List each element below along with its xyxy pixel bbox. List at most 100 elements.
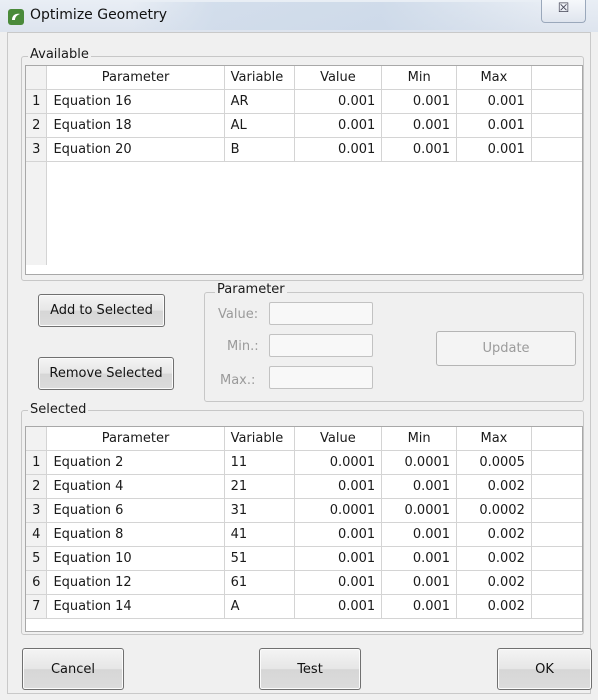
cell-parameter: Equation 6 (46, 498, 225, 523)
ok-button[interactable]: OK (497, 648, 592, 690)
cell-max: 0.002 (456, 522, 532, 547)
cell-min: 0.0001 (381, 450, 458, 475)
table-row[interactable]: 6 Equation 12 61 0.001 0.001 0.002 (26, 570, 582, 595)
cell-parameter: Equation 2 (46, 450, 225, 475)
cell-blank (531, 594, 582, 619)
close-icon: ☒ (557, 1, 570, 16)
cell-max: 0.002 (456, 570, 532, 595)
app-icon (8, 9, 24, 25)
cancel-button[interactable]: Cancel (22, 648, 124, 690)
column-header-min[interactable]: Min (381, 427, 458, 451)
row-number: 6 (26, 570, 48, 595)
column-header-variable[interactable]: Variable (224, 427, 295, 451)
title-bar-background (130, 2, 550, 30)
cell-parameter: Equation 10 (46, 546, 225, 571)
column-header-parameter[interactable]: Parameter (46, 427, 225, 451)
row-header-filler (26, 161, 48, 265)
row-header-corner (26, 427, 48, 451)
selected-grid[interactable]: Parameter Variable Value Min Max 1 Equat… (25, 426, 583, 632)
cell-blank (531, 113, 582, 138)
cell-value: 0.001 (294, 570, 383, 595)
value-label: Value: (218, 307, 259, 322)
column-header-max[interactable]: Max (456, 427, 532, 451)
available-legend: Available (28, 47, 91, 62)
column-header-variable[interactable]: Variable (224, 66, 295, 90)
selected-header-row: Parameter Variable Value Min Max (26, 427, 582, 451)
cell-variable: AL (224, 113, 295, 138)
table-row[interactable]: 2 Equation 4 21 0.001 0.001 0.002 (26, 474, 582, 499)
cell-value: 0.001 (294, 594, 383, 619)
value-input[interactable] (269, 302, 373, 325)
column-header-min[interactable]: Min (381, 66, 458, 90)
cell-variable: AR (224, 89, 295, 114)
cell-min: 0.001 (381, 137, 458, 162)
cell-variable: 51 (224, 546, 295, 571)
cell-variable: 61 (224, 570, 295, 595)
row-number: 3 (26, 498, 48, 523)
cell-variable: 21 (224, 474, 295, 499)
cell-min: 0.001 (381, 570, 458, 595)
cell-max: 0.002 (456, 594, 532, 619)
add-to-selected-button[interactable]: Add to Selected (38, 294, 165, 327)
max-input[interactable] (269, 366, 373, 389)
close-button[interactable]: ☒ (541, 0, 586, 23)
test-button[interactable]: Test (259, 648, 361, 690)
cell-variable: B (224, 137, 295, 162)
cell-value: 0.001 (294, 89, 383, 114)
column-header-parameter[interactable]: Parameter (46, 66, 225, 90)
parameter-legend: Parameter (215, 282, 287, 297)
cell-value: 0.001 (294, 474, 383, 499)
row-number: 4 (26, 522, 48, 547)
row-number: 1 (26, 450, 48, 475)
column-header-max[interactable]: Max (456, 66, 532, 90)
table-row[interactable]: 1 Equation 16 AR 0.001 0.001 0.001 (26, 89, 582, 114)
empty-row-area (26, 161, 582, 266)
cell-variable: 31 (224, 498, 295, 523)
column-header-value[interactable]: Value (294, 66, 383, 90)
table-row[interactable]: 5 Equation 10 51 0.001 0.001 0.002 (26, 546, 582, 571)
cell-blank (531, 89, 582, 114)
column-header-value[interactable]: Value (294, 427, 383, 451)
selected-legend: Selected (28, 402, 89, 417)
cell-max: 0.0005 (456, 450, 532, 475)
cell-blank (531, 570, 582, 595)
table-row[interactable]: 7 Equation 14 A 0.001 0.001 0.002 (26, 594, 582, 619)
cell-max: 0.001 (456, 137, 532, 162)
cell-parameter: Equation 8 (46, 522, 225, 547)
window-title: Optimize Geometry (30, 7, 168, 23)
cell-variable: A (224, 594, 295, 619)
max-label: Max.: (220, 373, 256, 388)
row-header-corner (26, 66, 48, 90)
table-row[interactable]: 1 Equation 2 11 0.0001 0.0001 0.0005 (26, 450, 582, 475)
table-row[interactable]: 2 Equation 18 AL 0.001 0.001 0.001 (26, 113, 582, 138)
table-row[interactable]: 3 Equation 6 31 0.0001 0.0001 0.0002 (26, 498, 582, 523)
table-row[interactable]: 4 Equation 8 41 0.001 0.001 0.002 (26, 522, 582, 547)
available-header-row: Parameter Variable Value Min Max (26, 66, 582, 90)
grid-empty-area (47, 162, 582, 266)
cell-blank (531, 522, 582, 547)
cell-variable: 11 (224, 450, 295, 475)
cell-min: 0.001 (381, 522, 458, 547)
cell-value: 0.001 (294, 546, 383, 571)
cell-value: 0.001 (294, 522, 383, 547)
available-grid[interactable]: Parameter Variable Value Min Max 1 Equat… (25, 65, 583, 275)
title-bar: Optimize Geometry ☒ (0, 0, 598, 32)
cell-parameter: Equation 12 (46, 570, 225, 595)
row-number: 2 (26, 474, 48, 499)
update-button[interactable]: Update (436, 331, 576, 366)
cell-min: 0.001 (381, 113, 458, 138)
cell-blank (531, 498, 582, 523)
table-row[interactable]: 3 Equation 20 B 0.001 0.001 0.001 (26, 137, 582, 162)
cell-blank (531, 546, 582, 571)
min-input[interactable] (269, 334, 373, 357)
cell-max: 0.002 (456, 474, 532, 499)
row-number: 7 (26, 594, 48, 619)
min-label: Min.: (227, 339, 259, 354)
remove-selected-button[interactable]: Remove Selected (38, 357, 174, 390)
cell-max: 0.001 (456, 89, 532, 114)
cell-value: 0.0001 (294, 450, 383, 475)
cell-blank (531, 474, 582, 499)
cell-parameter: Equation 16 (46, 89, 225, 114)
cell-max: 0.0002 (456, 498, 532, 523)
row-number: 3 (26, 137, 48, 162)
